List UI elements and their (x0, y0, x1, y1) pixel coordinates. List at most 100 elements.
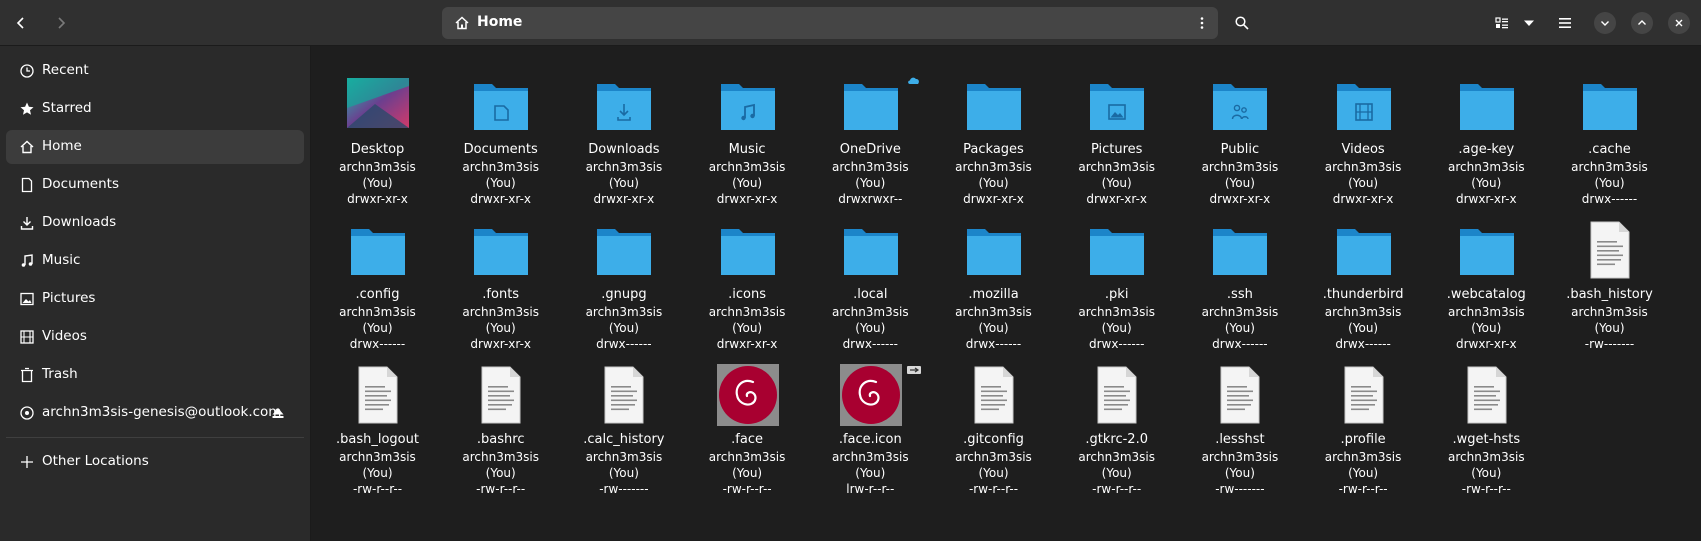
close-button[interactable] (1668, 12, 1690, 34)
sidebar-item-other-locations[interactable]: Other Locations (6, 445, 304, 479)
folder-item[interactable]: .fonts archn3m3sis (You) drwxr-xr-x (439, 191, 562, 351)
file-owner: archn3m3sis (831, 450, 909, 464)
file-item[interactable]: .bash_logout archn3m3sis (You) -rw-r--r-- (316, 336, 439, 496)
sidebar-item-pictures[interactable]: Pictures (6, 282, 304, 316)
file-owner: archn3m3sis (462, 160, 539, 174)
folder-item[interactable]: Videos archn3m3sis (You) drwxr-xr-x (1302, 46, 1425, 206)
folder-icon (1333, 219, 1395, 281)
sidebar-item-trash[interactable]: Trash (6, 358, 304, 392)
file-owner-you: (You) (608, 321, 639, 335)
folder-item[interactable]: .webcatalog archn3m3sis (You) drwxr-xr-x (1425, 191, 1548, 351)
sidebar-item-videos[interactable]: Videos (6, 320, 304, 354)
file-owner-you: (You) (1224, 176, 1255, 190)
folder-item[interactable]: Desktop archn3m3sis (You) drwxr-xr-x (316, 46, 439, 206)
file-owner-you: (You) (1471, 321, 1502, 335)
file-item[interactable]: .profile archn3m3sis (You) -rw-r--r-- (1302, 336, 1425, 496)
sidebar-item-label: Recent (42, 62, 89, 78)
file-owner-you: (You) (978, 466, 1009, 480)
file-owner: archn3m3sis (1571, 305, 1648, 319)
folder-item[interactable]: Public archn3m3sis (You) drwxr-xr-x (1178, 46, 1301, 206)
folder-icon (1086, 219, 1148, 281)
file-owner: archn3m3sis (831, 305, 909, 319)
folder-icon (1333, 74, 1395, 136)
document-icon (21, 177, 33, 193)
maximize-button[interactable] (1631, 12, 1653, 34)
path-label-home[interactable]: Home (477, 14, 522, 30)
sidebar-item-home[interactable]: Home (6, 130, 304, 164)
back-button[interactable] (5, 7, 37, 39)
sidebar-item-documents[interactable]: Documents (6, 168, 304, 202)
file-name: .bashrc (476, 432, 525, 447)
folder-item[interactable]: .age-key archn3m3sis (You) drwxr-xr-x (1425, 46, 1548, 206)
file-name: .bash_history (1566, 287, 1653, 302)
sidebar-item-music[interactable]: Music (6, 244, 304, 278)
sidebar-item-downloads[interactable]: Downloads (6, 206, 304, 240)
folder-item[interactable]: .cache archn3m3sis (You) drwx------ (1548, 46, 1671, 206)
file-owner-you: (You) (1101, 466, 1132, 480)
file-name: .mozilla (968, 287, 1019, 302)
folder-item[interactable]: .mozilla archn3m3sis (You) drwx------ (932, 191, 1055, 351)
file-owner: archn3m3sis (339, 160, 416, 174)
sidebar: Recent Starred Home Documents Downloads … (0, 46, 311, 541)
folder-item[interactable]: .icons archn3m3sis (You) drwxr-xr-x (686, 191, 809, 351)
file-item[interactable]: .calc_history archn3m3sis (You) -rw------- (562, 336, 685, 496)
view-options-dropdown[interactable] (1514, 7, 1544, 39)
file-owner-you: (You) (1471, 176, 1502, 190)
file-item[interactable]: .gtkrc-2.0 archn3m3sis (You) -rw-r--r-- (1055, 336, 1178, 496)
sidebar-item-starred[interactable]: Starred (6, 92, 304, 126)
folder-item[interactable]: Documents archn3m3sis (You) drwxr-xr-x (439, 46, 562, 206)
cloud-sync-icon (906, 74, 922, 86)
folder-item[interactable]: .ssh archn3m3sis (You) drwx------ (1178, 191, 1301, 351)
file-item[interactable]: .lesshst archn3m3sis (You) -rw------- (1178, 336, 1301, 496)
eject-icon[interactable] (270, 405, 286, 421)
close-icon (1675, 19, 1683, 27)
folder-item[interactable]: .gnupg archn3m3sis (You) drwx------ (562, 191, 685, 351)
file-item[interactable]: .bash_history archn3m3sis (You) -rw------- (1548, 191, 1671, 351)
file-name: Desktop (350, 142, 405, 157)
file-name: .age-key (1458, 142, 1515, 157)
view-list-icon (1495, 17, 1508, 29)
search-icon (1235, 16, 1249, 30)
file-item[interactable]: .wget-hsts archn3m3sis (You) -rw-r--r-- (1425, 336, 1548, 496)
file-owner-you: (You) (855, 176, 886, 190)
forward-button[interactable] (45, 7, 77, 39)
file-name: .gitconfig (963, 432, 1024, 447)
file-owner: archn3m3sis (462, 450, 539, 464)
folder-icon (593, 74, 655, 136)
main-menu-button[interactable] (1549, 7, 1581, 39)
account-icon (20, 406, 34, 420)
download-icon (20, 217, 34, 230)
file-item[interactable]: .face.icon archn3m3sis (You) lrw-r--r-- (809, 336, 932, 496)
maximize-icon (1638, 20, 1646, 25)
folder-item[interactable]: Pictures archn3m3sis (You) drwxr-xr-x (1055, 46, 1178, 206)
go-forward-icon (58, 17, 66, 29)
search-button[interactable] (1226, 7, 1258, 39)
file-owner-you: (You) (608, 466, 639, 480)
file-item[interactable]: .gitconfig archn3m3sis (You) -rw-r--r-- (932, 336, 1055, 496)
path-menu-button[interactable] (1190, 11, 1214, 35)
home-icon (455, 16, 469, 30)
folder-item[interactable]: Downloads archn3m3sis (You) drwxr-xr-x (562, 46, 685, 206)
text-file-icon (347, 364, 409, 426)
file-owner-you: (You) (1594, 321, 1625, 335)
file-permissions: -rw------- (599, 482, 649, 496)
file-item[interactable]: .face archn3m3sis (You) -rw-r--r-- (686, 336, 809, 496)
text-file-icon (963, 364, 1025, 426)
folder-item[interactable]: .thunderbird archn3m3sis (You) drwx------ (1302, 191, 1425, 351)
folder-item[interactable]: .config archn3m3sis (You) drwx------ (316, 191, 439, 351)
minimize-button[interactable] (1594, 12, 1616, 34)
path-bar[interactable]: Home (442, 7, 1218, 39)
file-item[interactable]: .bashrc archn3m3sis (You) -rw-r--r-- (439, 336, 562, 496)
file-name: .ssh (1226, 287, 1253, 302)
folder-item[interactable]: .local archn3m3sis (You) drwx------ (809, 191, 932, 351)
folder-item[interactable]: .pki archn3m3sis (You) drwx------ (1055, 191, 1178, 351)
folder-item[interactable]: Packages archn3m3sis (You) drwxr-xr-x (932, 46, 1055, 206)
file-name: .cache (1588, 142, 1631, 157)
file-name: .local (853, 287, 888, 302)
file-name: .config (355, 287, 400, 302)
sidebar-item-online-account[interactable]: archn3m3sis-genesis@outlook.com (6, 396, 304, 430)
sidebar-item-label: Videos (42, 328, 87, 344)
folder-item[interactable]: OneDrive archn3m3sis (You) drwxrwxr-- (809, 46, 932, 206)
sidebar-item-recent[interactable]: Recent (6, 54, 304, 88)
folder-item[interactable]: Music archn3m3sis (You) drwxr-xr-x (686, 46, 809, 206)
